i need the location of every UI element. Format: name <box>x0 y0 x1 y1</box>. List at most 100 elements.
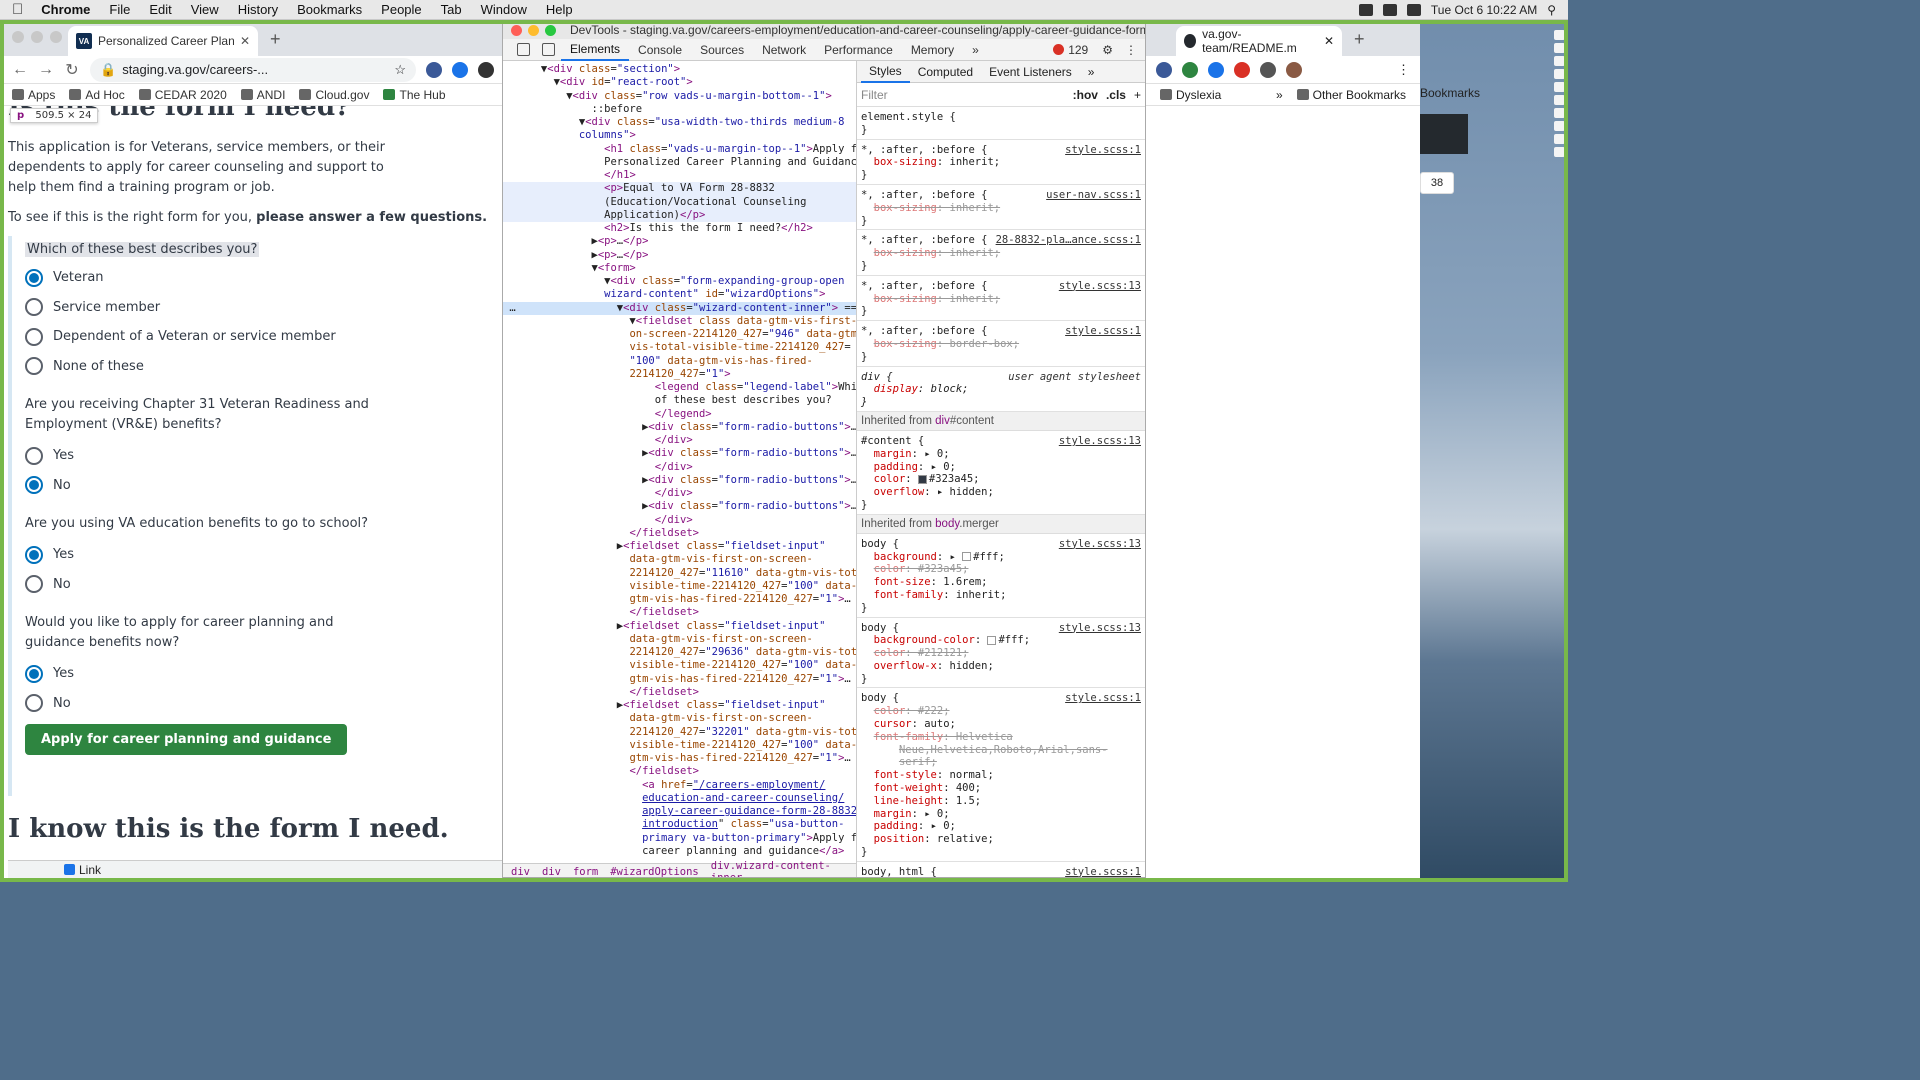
screen-record-icon[interactable] <box>1358 3 1373 16</box>
menu-file[interactable]: File <box>109 2 130 17</box>
dom-node[interactable]: ▶<div class="form-radio-buttons">… <box>503 500 856 513</box>
radio-selected[interactable] <box>25 545 43 564</box>
dom-node-selected[interactable]: … ▼<div class="wizard-content-inner"> ==… <box>503 301 856 315</box>
menu-people[interactable]: People <box>381 2 421 17</box>
bookmark-other[interactable]: Other Bookmarks <box>1296 88 1406 102</box>
dom-node[interactable]: ▼<div class="usa-width-two-thirds medium… <box>503 116 856 129</box>
puzzle-extensions-icon[interactable] <box>1260 61 1276 78</box>
dom-node[interactable]: ▶<fieldset class="fieldset-input" <box>503 540 856 553</box>
dock-icon[interactable] <box>1553 134 1565 144</box>
filter-input[interactable]: Filter <box>861 88 1065 102</box>
extension-icon[interactable] <box>426 61 442 78</box>
menubar-clock[interactable]: Tue Oct 6 10:22 AM <box>1431 3 1537 17</box>
dom-node[interactable]: primary va-button-primary">Apply for <box>503 832 856 845</box>
dom-node[interactable]: on-screen-2214120_427="946" data-gtm- <box>503 328 856 341</box>
profile-avatar[interactable] <box>1286 61 1302 78</box>
dom-node[interactable]: ▼<form> <box>503 262 856 275</box>
dom-node-hovered[interactable]: Application)</p> <box>503 208 856 222</box>
css-rule[interactable]: style.scss:13 *, :after, :before { box-si… <box>857 276 1145 322</box>
css-rule[interactable]: user agent stylesheet div { display: bloc… <box>857 367 1145 412</box>
dom-node[interactable]: career planning and guidance</a> <box>503 845 856 858</box>
dom-node[interactable]: <h1 class="vads-u-margin-top--1">Apply f… <box>503 143 856 156</box>
dom-node[interactable]: ▶<p>…</p> <box>503 235 856 248</box>
radio-selected[interactable] <box>25 476 43 495</box>
spotlight-icon[interactable]: ⚲ <box>1547 3 1556 17</box>
dom-node[interactable]: </fieldset> <box>503 606 856 619</box>
tab-sources[interactable]: Sources <box>691 39 753 61</box>
radio-unselected[interactable] <box>25 446 43 465</box>
checkbox-checked-icon[interactable] <box>64 864 75 875</box>
dom-node[interactable]: ▶<div class="form-radio-buttons">… <box>503 474 856 487</box>
apple-icon[interactable]:  <box>12 1 23 18</box>
dom-node[interactable]: </div> <box>503 461 856 474</box>
dom-node[interactable]: data-gtm-vis-first-on-screen- <box>503 633 856 646</box>
dom-node[interactable]: introduction" class="usa-button- <box>503 818 856 831</box>
new-tab-button[interactable]: + <box>1354 29 1365 50</box>
breadcrumb-item[interactable]: div.wizard-content-inner <box>711 860 856 878</box>
radio-dependent[interactable]: Dependent of a Veteran or service member <box>25 322 412 352</box>
radio-none-of-these[interactable]: None of these <box>25 352 412 382</box>
css-rule[interactable]: style.scss:1 *, :after, :before { box-siz… <box>857 321 1145 367</box>
dom-node[interactable]: </legend> <box>503 408 856 421</box>
css-rule[interactable]: 28-8832-pla…ance.scss:1 *, :after, :befor… <box>857 230 1145 276</box>
tab-styles[interactable]: Styles <box>861 61 910 83</box>
close-tab-icon[interactable]: ✕ <box>1324 34 1334 48</box>
close-tab-icon[interactable]: ✕ <box>240 34 250 48</box>
dom-node[interactable]: ▼<div class="row vads-u-margin-bottom--1… <box>503 90 856 103</box>
css-rule[interactable]: style.scss:1 *, :after, :before { box-siz… <box>857 140 1145 185</box>
back-icon[interactable]: ← <box>12 61 28 79</box>
extension-icon[interactable] <box>452 61 468 78</box>
more-menu-icon[interactable]: ⋮ <box>1125 43 1137 57</box>
dom-node-hovered[interactable]: <p>Equal to VA Form 28-8832 <box>503 182 856 196</box>
radio-q2-yes[interactable]: Yes <box>25 441 412 471</box>
dom-node[interactable]: data-gtm-vis-first-on-screen- <box>503 553 856 566</box>
star-count-badge[interactable]: 38 <box>1420 172 1454 194</box>
breadcrumb-item[interactable]: form <box>573 866 598 878</box>
dom-node[interactable]: gtm-vis-has-fired-2214120_427="1">… <box>503 752 856 765</box>
dom-node[interactable]: </div> <box>503 514 856 527</box>
menu-help[interactable]: Help <box>546 2 573 17</box>
radio-q4-yes[interactable]: Yes <box>25 659 412 689</box>
bookmark-dyslexia[interactable]: Dyslexia <box>1160 88 1221 102</box>
radio-unselected[interactable] <box>25 327 43 346</box>
tab-performance[interactable]: Performance <box>815 39 902 61</box>
device-toolbar-icon[interactable] <box>542 43 555 56</box>
css-rule[interactable]: element.style { } <box>857 107 1145 140</box>
minimize-window-button[interactable] <box>528 24 539 36</box>
dom-node[interactable]: ▼<div class="section"> <box>503 63 856 76</box>
dom-node[interactable]: education-and-career-counseling/ <box>503 792 856 805</box>
forward-icon[interactable]: → <box>38 61 54 79</box>
radio-veteran[interactable]: Veteran <box>25 263 412 293</box>
apply-button[interactable]: Apply for career planning and guidance <box>25 724 348 755</box>
radio-q3-yes[interactable]: Yes <box>25 540 412 570</box>
radio-selected[interactable] <box>25 664 43 683</box>
dom-node[interactable]: visible-time-2214120_427="100" data- <box>503 580 856 593</box>
breadcrumb-item[interactable]: #wizardOptions <box>610 866 699 878</box>
dom-node[interactable]: ▶<p>…</p> <box>503 249 856 262</box>
dom-node[interactable]: wizard-content" id="wizardOptions"> <box>503 288 856 301</box>
extension-icon[interactable] <box>1234 61 1250 78</box>
close-window-button[interactable] <box>12 31 24 43</box>
css-rule[interactable]: style.scss:13 body { background-color: #f… <box>857 618 1145 689</box>
dom-node-hovered[interactable]: (Education/Vocational Counseling <box>503 195 856 209</box>
cls-toggle[interactable]: .cls <box>1106 88 1126 102</box>
settings-gear-icon[interactable]: ⚙ <box>1102 43 1113 57</box>
menu-tab[interactable]: Tab <box>441 2 462 17</box>
menu-edit[interactable]: Edit <box>149 2 171 17</box>
bookmark-andi[interactable]: ANDI <box>240 88 285 102</box>
zoom-window-button[interactable] <box>545 24 556 36</box>
bookmark-cloud-gov[interactable]: Cloud.gov <box>299 88 369 102</box>
add-rule-icon[interactable]: + <box>1134 88 1141 102</box>
dom-node[interactable]: 2214120_427="32201" data-gtm-vis-total- <box>503 726 856 739</box>
radio-q4-no[interactable]: No <box>25 689 412 719</box>
dock-icon[interactable] <box>1553 82 1565 92</box>
radio-unselected[interactable] <box>25 694 43 713</box>
hov-toggle[interactable]: :hov <box>1073 88 1098 102</box>
dom-node[interactable]: ▶<fieldset class="fieldset-input" <box>503 620 856 633</box>
menu-bookmarks[interactable]: Bookmarks <box>297 2 362 17</box>
zoom-window-button[interactable] <box>50 31 62 43</box>
dock-icon[interactable] <box>1553 30 1565 40</box>
css-rule[interactable]: user-nav.scss:1 *, :after, :before { box-… <box>857 185 1145 231</box>
dom-node[interactable]: gtm-vis-has-fired-2214120_427="1">… <box>503 593 856 606</box>
dock-icon[interactable] <box>1553 56 1565 66</box>
